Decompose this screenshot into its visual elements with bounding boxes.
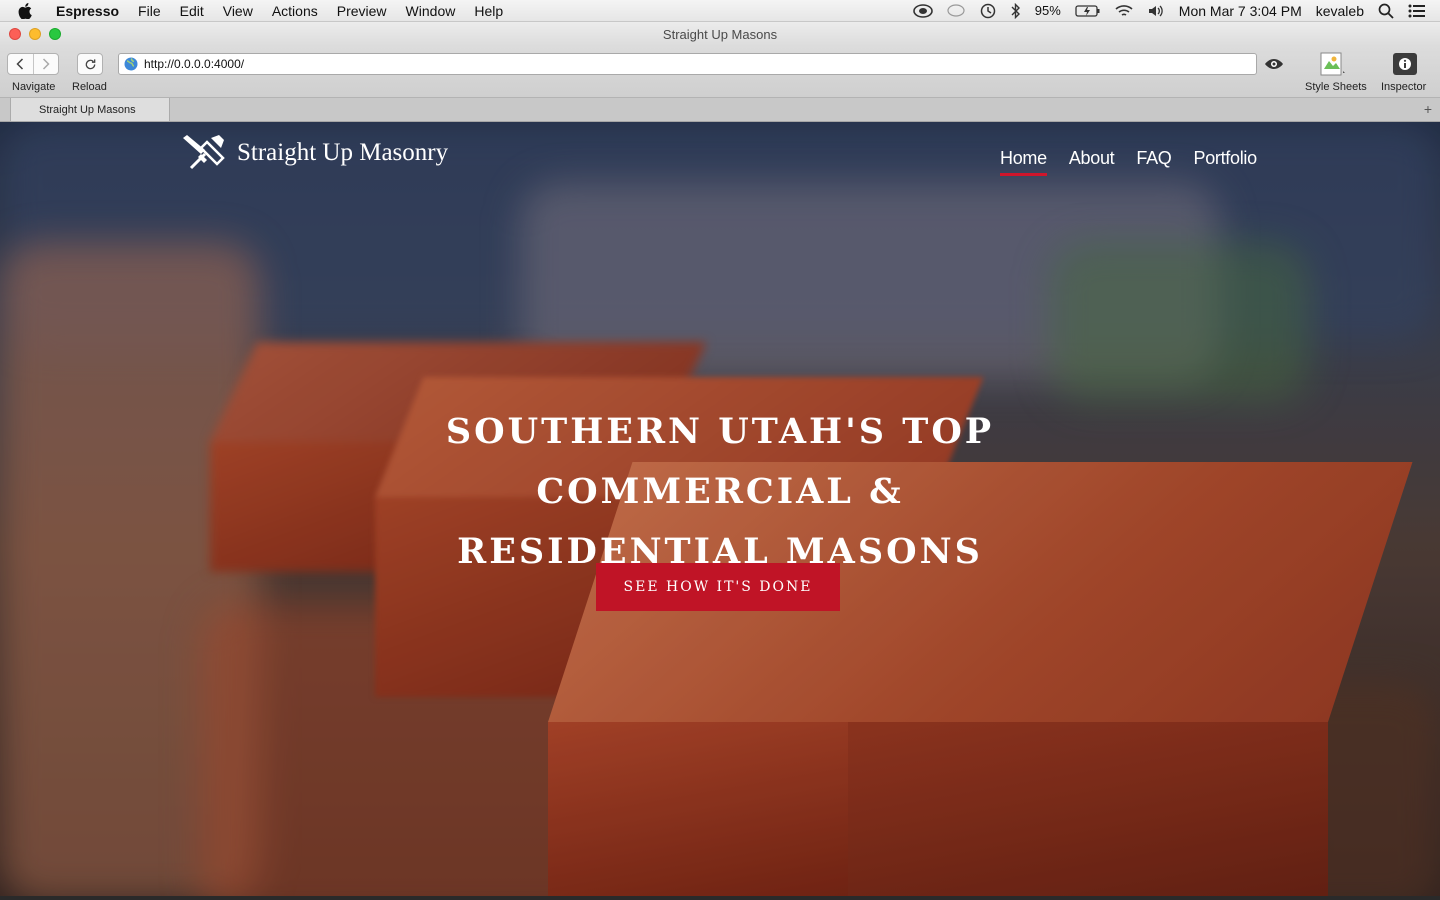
tab-strip: Straight Up Masons + [0,98,1440,122]
battery-icon[interactable] [1075,4,1101,18]
zoom-window-button[interactable] [49,28,61,40]
menu-preview[interactable]: Preview [337,3,387,19]
messages-icon[interactable] [947,3,965,18]
back-button[interactable] [8,54,33,74]
tab-straight-up-masons[interactable]: Straight Up Masons [10,98,170,122]
chevron-right-icon [42,58,50,70]
user-menu[interactable]: kevaleb [1316,3,1364,19]
traffic-lights [9,28,61,40]
time-machine-icon[interactable] [979,3,997,19]
notification-center-icon[interactable] [1408,4,1426,18]
menu-help[interactable]: Help [474,3,503,19]
navigate-group [7,53,59,75]
style-sheets-button[interactable] [1318,50,1348,78]
eye-icon [1265,59,1283,69]
menu-actions[interactable]: Actions [272,3,318,19]
close-window-button[interactable] [9,28,21,40]
see-how-its-done-button[interactable]: SEE HOW IT'S DONE [596,563,840,611]
url-input[interactable] [144,57,1244,71]
forward-button[interactable] [32,54,59,74]
battery-percent: 95% [1034,3,1061,18]
chevron-left-icon [16,58,24,70]
reload-icon [85,58,95,69]
hero: SOUTHERN UTAH'S TOP COMMERCIAL & RESIDEN… [0,402,1440,582]
inspector-label: Inspector [1381,81,1427,93]
bluetooth-icon[interactable] [1011,2,1021,19]
volume-icon[interactable] [1147,4,1165,18]
trowel-hammer-icon [183,135,225,170]
clock[interactable]: Mon Mar 7 3:04 PM [1179,3,1302,19]
apple-icon[interactable] [18,2,40,19]
hero-heading-line1: SOUTHERN UTAH'S TOP COMMERCIAL & [445,411,995,512]
add-tab-icon[interactable]: + [1424,101,1432,117]
browser-toolbar: Navigate Reload Style Sheets Inspector [0,46,1440,98]
menu-edit[interactable]: Edit [180,3,204,19]
style-sheets-label: Style Sheets [1305,81,1367,93]
app-menu[interactable]: Espresso [56,3,119,19]
globe-icon [124,57,138,71]
window-title: Straight Up Masons [662,26,778,42]
reload-label: Reload [72,81,107,93]
menu-view[interactable]: View [223,3,253,19]
style-sheets-icon [1320,52,1345,76]
wifi-icon[interactable] [1115,4,1133,18]
minimize-window-button[interactable] [29,28,41,40]
preview-eye-button[interactable] [1262,54,1286,74]
main-nav: Home About FAQ Portfolio [1000,148,1257,176]
hero-heading: SOUTHERN UTAH'S TOP COMMERCIAL & RESIDEN… [290,402,1150,582]
nav-about[interactable]: About [1069,148,1115,176]
window-titlebar: Straight Up Masons [0,22,1440,46]
navigate-label: Navigate [12,81,56,93]
reload-button[interactable] [77,53,103,75]
logo-text: Straight Up Masonry [237,139,449,166]
creative-cloud-icon[interactable] [912,3,933,18]
site-logo[interactable]: Straight Up Masonry [181,134,448,172]
site-header: Straight Up Masonry Home About FAQ Portf… [0,122,1440,192]
nav-portfolio[interactable]: Portfolio [1193,148,1257,176]
nav-faq[interactable]: FAQ [1136,148,1171,176]
inspector-button[interactable] [1390,50,1420,78]
info-icon [1393,53,1417,75]
menubar: Espresso File Edit View Actions Preview … [0,0,1440,22]
menu-window[interactable]: Window [406,3,456,19]
address-bar [118,53,1257,75]
menu-file[interactable]: File [138,3,161,19]
spotlight-icon[interactable] [1378,3,1394,19]
web-page: Straight Up Masonry Home About FAQ Portf… [0,122,1440,896]
nav-home[interactable]: Home [1000,148,1047,176]
